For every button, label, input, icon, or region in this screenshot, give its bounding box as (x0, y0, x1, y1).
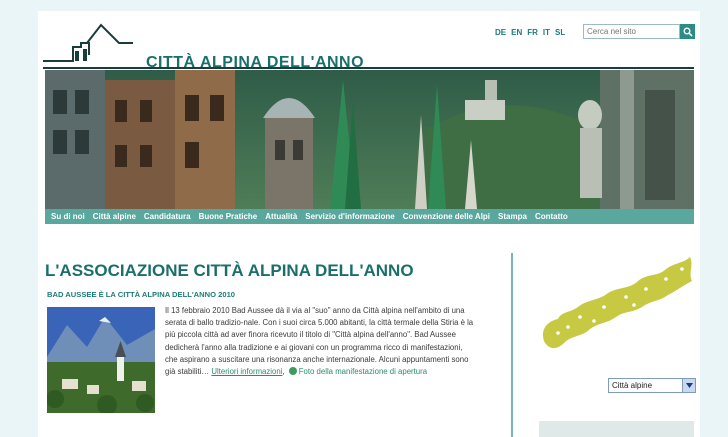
article-body: Il 13 febbraio 2010 Bad Aussee dà il via… (165, 306, 474, 377)
logo-mountain-icon[interactable] (43, 21, 153, 69)
photo-gallery-link[interactable]: Foto della manifestazione di apertura (299, 367, 427, 376)
nav-item-attualita[interactable]: Attualità (265, 212, 297, 221)
camera-icon (288, 367, 297, 376)
header-rule (43, 67, 694, 69)
alpine-map[interactable] (538, 251, 698, 361)
nav-item-candidatura[interactable]: Candidatura (144, 212, 191, 221)
lang-it[interactable]: IT (543, 28, 550, 37)
city-select[interactable]: Città alpine (608, 378, 696, 393)
nav-item-citta-alpine[interactable]: Città alpine (93, 212, 136, 221)
lang-sl[interactable]: SL (555, 28, 565, 37)
language-switcher: DE EN FR IT SL (495, 28, 565, 37)
chevron-down-icon[interactable] (682, 379, 695, 392)
search-box (583, 24, 695, 39)
page-title: L'ASSOCIAZIONE CITTÀ ALPINA DELL'ANNO (45, 261, 414, 280)
nav-item-contatto[interactable]: Contatto (535, 212, 568, 221)
column-divider (511, 253, 513, 437)
header: CITTÀ ALPINA DELL'ANNO DE EN FR IT SL (38, 11, 700, 71)
city-select-value: Città alpine (612, 381, 653, 390)
main-navigation: Su di noi Città alpine Candidatura Buone… (45, 209, 694, 224)
page: CITTÀ ALPINA DELL'ANNO DE EN FR IT SL Ce… (38, 11, 700, 437)
sidebar-box (539, 421, 694, 437)
lang-fr[interactable]: FR (527, 28, 538, 37)
more-info-link[interactable]: Ulteriori informazioni (211, 367, 282, 376)
lang-de[interactable]: DE (495, 28, 506, 37)
nav-item-servizio-informazione[interactable]: Servizio d'informazione (305, 212, 394, 221)
header-banner-image (45, 70, 694, 209)
article-photo[interactable] (47, 307, 155, 413)
nav-item-buone-pratiche[interactable]: Buone Pratiche (199, 212, 258, 221)
article-heading[interactable]: BAD AUSSEE È LA CITTÀ ALPINA DELL'ANNO 2… (47, 290, 235, 299)
article-text: Il 13 febbraio 2010 Bad Aussee dà il via… (165, 306, 474, 377)
search-button[interactable] (680, 24, 695, 39)
nav-item-stampa[interactable]: Stampa (498, 212, 527, 221)
search-icon (683, 27, 693, 37)
search-input[interactable] (583, 24, 680, 39)
nav-item-su-di-noi[interactable]: Su di noi (51, 212, 85, 221)
nav-item-convenzione-alpi[interactable]: Convenzione delle Alpi (403, 212, 490, 221)
lang-en[interactable]: EN (511, 28, 522, 37)
